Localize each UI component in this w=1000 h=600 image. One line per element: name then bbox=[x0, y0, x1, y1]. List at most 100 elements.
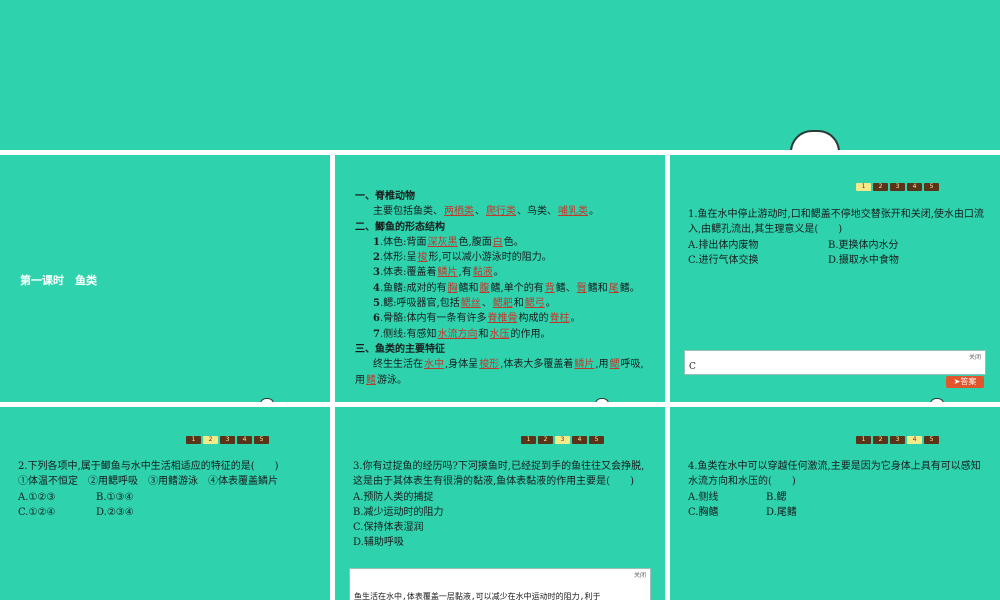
close-button[interactable]: 关闭 bbox=[969, 352, 981, 361]
summary-line: 2.体形:呈梭形,可以减小游泳时的阻力。 bbox=[355, 250, 655, 265]
close-button[interactable]: 关闭 bbox=[634, 570, 646, 579]
pager-item[interactable]: 3 bbox=[220, 436, 235, 444]
pager-item[interactable]: 1 bbox=[186, 436, 201, 444]
summary-text: 呼吸, bbox=[620, 359, 644, 371]
summary-text: .鱼鳍:成对的有 bbox=[379, 282, 447, 294]
answer-button[interactable]: ➤答案 bbox=[946, 376, 984, 388]
pager-item[interactable]: 3 bbox=[555, 436, 570, 444]
slide-5[interactable]: 1 2 3 4 5 3.你有过捉鱼的经历吗?下河摸鱼时,已经捉到手的鱼往往又会挣… bbox=[335, 407, 665, 600]
question-3: 3.你有过捉鱼的经历吗?下河摸鱼时,已经捉到手的鱼往往又会挣脱,这是由于其体表生… bbox=[353, 459, 649, 551]
fill-in-answer: 臀 bbox=[576, 282, 587, 294]
summary-line: 三、鱼类的主要特征 bbox=[355, 342, 655, 357]
fill-in-answer: 腹 bbox=[479, 282, 490, 294]
summary-text: ,体表大多覆盖着 bbox=[500, 359, 574, 371]
summary-text: 鳍和 bbox=[458, 282, 479, 294]
summary-text: 终生生活在 bbox=[373, 359, 423, 371]
question-pager: 1 2 3 4 5 bbox=[186, 436, 269, 444]
fill-in-answer: 鳃耙 bbox=[492, 298, 513, 310]
option-c: C.①②④ bbox=[18, 506, 56, 518]
pager-item[interactable]: 4 bbox=[907, 436, 922, 444]
summary-text: 和 bbox=[478, 328, 489, 340]
pager-item[interactable]: 3 bbox=[890, 183, 905, 191]
fill-in-answer: 梭 bbox=[417, 252, 428, 264]
summary-text: 。 bbox=[570, 313, 581, 325]
pager-item[interactable]: 4 bbox=[907, 183, 922, 191]
summary-line: 一、脊椎动物 bbox=[355, 189, 655, 204]
summary-text: 。 bbox=[589, 206, 599, 218]
heading-text: 6 bbox=[373, 313, 380, 325]
question-pager: 1 2 3 4 5 bbox=[521, 436, 604, 444]
summary-line: 终生生活在水中,身体呈梭形,体表大多覆盖着鳞片,用鳃呼吸, bbox=[355, 357, 655, 372]
summary-text: 、 bbox=[475, 206, 485, 218]
fill-in-answer: 鳃 bbox=[609, 359, 620, 371]
pager-item[interactable]: 4 bbox=[572, 436, 587, 444]
answer-box: 关闭 C bbox=[684, 350, 986, 375]
pager-item[interactable]: 1 bbox=[521, 436, 536, 444]
summary-text: 、 bbox=[481, 298, 492, 310]
fill-in-answer: 水压 bbox=[489, 328, 510, 340]
slide-top[interactable] bbox=[0, 0, 1000, 150]
pager-item[interactable]: 1 bbox=[856, 436, 871, 444]
pager-item[interactable]: 3 bbox=[890, 436, 905, 444]
summary-line: 用鳍游泳。 bbox=[355, 373, 655, 388]
heading-text: 7 bbox=[373, 328, 380, 340]
heading-text: 2 bbox=[373, 252, 380, 264]
heading-text: 二、鲫鱼的形态结构 bbox=[355, 221, 445, 233]
fill-in-answer: 水流方向 bbox=[437, 328, 478, 340]
lesson-title: 第一课时 鱼类 bbox=[20, 274, 97, 287]
pager-item[interactable]: 2 bbox=[873, 436, 888, 444]
pager-item[interactable]: 4 bbox=[237, 436, 252, 444]
summary-line: 3.体表:覆盖着鳞片,有黏液。 bbox=[355, 265, 655, 280]
option-b: B.①③④ bbox=[96, 491, 134, 503]
summary-text: 形,可以减小游泳时的阻力。 bbox=[428, 252, 552, 264]
heading-text: 一、脊椎动物 bbox=[355, 191, 415, 202]
question-text: 2.下列各项中,属于鲫鱼与水中生活相适应的特征的是( ) bbox=[18, 461, 279, 472]
question-pager: 1 2 3 4 5 bbox=[856, 183, 939, 191]
fill-in-answer: 两栖类 bbox=[444, 206, 474, 218]
options-row: C.胸鳍 D.尾鳍 bbox=[688, 505, 984, 520]
answer-text: 鱼生活在水中,体表覆盖一层黏液,可以减少在水中运动时的阻力,利于 bbox=[354, 592, 601, 600]
fill-in-answer: 黏液 bbox=[472, 267, 493, 279]
slide-4[interactable]: 1 2 3 4 5 2.下列各项中,属于鲫鱼与水中生活相适应的特征的是( ) ①… bbox=[0, 407, 330, 600]
option-a: A.预防人类的捕捉 bbox=[353, 491, 434, 503]
option-b: B.更换体内水分 bbox=[828, 239, 899, 251]
slide-decoration bbox=[790, 130, 840, 150]
summary-text: .侧线:有感知 bbox=[379, 328, 437, 340]
summary-text: 游泳。 bbox=[377, 374, 407, 386]
knowledge-summary: 一、脊椎动物 主要包括鱼类、两栖类、爬行类、鸟类、哺乳类。 二、鲫鱼的形态结构 1.体… bbox=[355, 189, 655, 388]
pager-item[interactable]: 5 bbox=[924, 183, 939, 191]
pager-item[interactable]: 1 bbox=[856, 183, 871, 191]
summary-line: 7.侧线:有感知水流方向和水压的作用。 bbox=[355, 327, 655, 342]
question-text: 3.你有过捉鱼的经历吗?下河摸鱼时,已经捉到手的鱼往往又会挣脱,这是由于其体表生… bbox=[353, 461, 645, 488]
option-a: A.①②③ bbox=[18, 491, 56, 503]
fill-in-answer: 胸 bbox=[447, 282, 458, 294]
slide-3[interactable]: 1 2 3 4 5 1.鱼在水中停止游动时,口和鳃盖不停地交替张开和关闭,使水由… bbox=[670, 155, 1000, 402]
summary-text: ,有 bbox=[458, 267, 472, 279]
slide-2[interactable]: 一、脊椎动物 主要包括鱼类、两栖类、爬行类、鸟类、哺乳类。 二、鲫鱼的形态结构 1.体… bbox=[335, 155, 665, 402]
option-b: B.鳃 bbox=[766, 491, 787, 503]
option-a: A.侧线 bbox=[688, 491, 719, 503]
fill-in-answer: 鳞片 bbox=[437, 267, 458, 279]
pager-item[interactable]: 5 bbox=[254, 436, 269, 444]
summary-text: ,用 bbox=[595, 359, 609, 371]
summary-line: 主要包括鱼类、两栖类、爬行类、鸟类、哺乳类。 bbox=[355, 204, 655, 219]
fill-in-answer: 爬行类 bbox=[486, 206, 516, 218]
options-row: C.①②④ D.②③④ bbox=[18, 505, 314, 520]
options-row: A.侧线 B.鳃 bbox=[688, 490, 984, 505]
pager-item[interactable]: 2 bbox=[538, 436, 553, 444]
heading-text: 3 bbox=[373, 267, 380, 279]
statement-list: ①体温不恒定 ②用鳃呼吸 ③用鳍游泳 ④体表覆盖鳞片 bbox=[18, 476, 278, 488]
summary-text: 色。 bbox=[503, 236, 524, 248]
option-c: C.保持体表湿润 bbox=[353, 522, 424, 534]
pager-item[interactable]: 5 bbox=[924, 436, 939, 444]
pager-item[interactable]: 2 bbox=[873, 183, 888, 191]
summary-text: ,身体呈 bbox=[445, 359, 479, 371]
fill-in-answer: 鳃弓 bbox=[524, 298, 545, 310]
pager-item[interactable]: 2 bbox=[203, 436, 218, 444]
slide-1[interactable]: 第一课时 鱼类 bbox=[0, 155, 330, 402]
pager-item[interactable]: 5 bbox=[589, 436, 604, 444]
fill-in-answer: 哺乳类 bbox=[558, 206, 588, 218]
slide-6[interactable]: 1 2 3 4 5 4.鱼类在水中可以穿越任何激流,主要是因为它身体上具有可以感… bbox=[670, 407, 1000, 600]
summary-text: 鳍、 bbox=[555, 282, 576, 294]
option-b: B.减少运动时的阻力 bbox=[353, 506, 444, 518]
